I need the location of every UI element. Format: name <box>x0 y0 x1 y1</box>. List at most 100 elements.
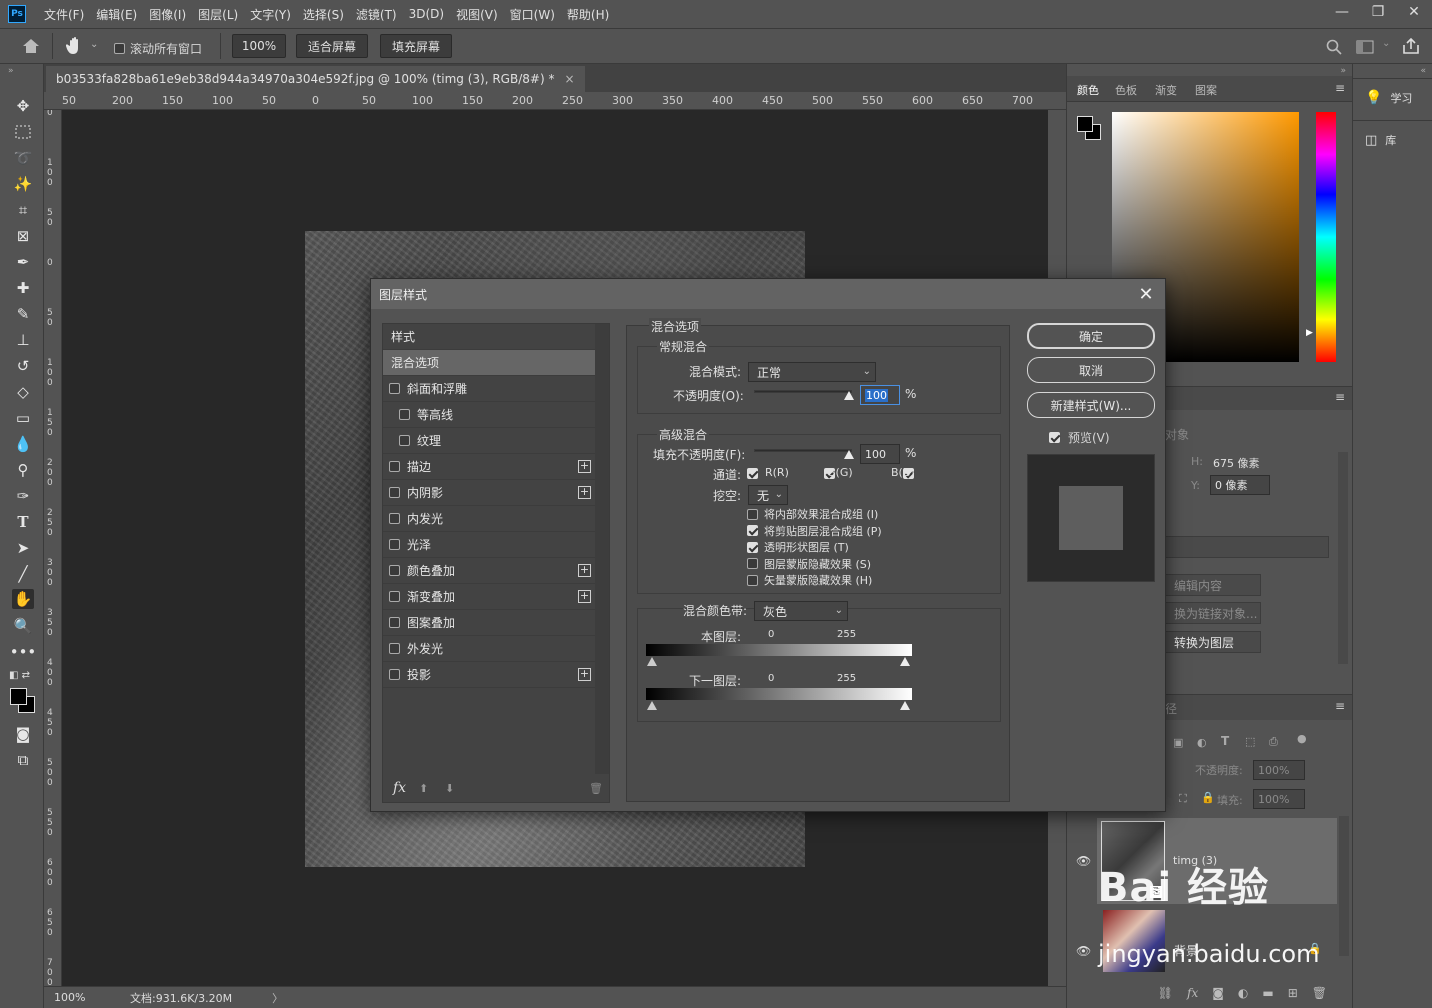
filter-type-icon[interactable]: T <box>1221 734 1229 748</box>
delete-effect-icon[interactable]: 🗑 <box>589 782 603 795</box>
fx-icon[interactable]: fx <box>1187 986 1198 1000</box>
effect-item[interactable]: 内阴影 + <box>383 480 595 506</box>
under-layer-black-thumb[interactable] <box>647 701 657 710</box>
filter-adjust-icon[interactable]: ◐ <box>1197 736 1207 749</box>
fill-opacity-input[interactable]: 100 <box>860 444 900 464</box>
frame-tool-icon[interactable]: ⊠ <box>12 226 34 246</box>
more-tools-icon[interactable]: ••• <box>10 642 37 662</box>
effect-checkbox[interactable] <box>389 487 400 498</box>
fill-opacity-slider-thumb[interactable] <box>844 450 854 459</box>
styles-scrollbar[interactable] <box>595 324 609 774</box>
eyedropper-icon[interactable]: ✒ <box>12 252 34 272</box>
effect-item[interactable]: 斜面和浮雕 <box>383 376 595 402</box>
filter-shape-icon[interactable]: ⬚ <box>1245 735 1255 748</box>
effect-checkbox[interactable] <box>389 383 400 394</box>
learn-panel-button[interactable]: 💡 学习 <box>1365 90 1412 106</box>
close-window-button[interactable]: ✕ <box>1396 0 1432 24</box>
layer-fill-input[interactable]: 100% <box>1253 789 1305 809</box>
styles-header[interactable]: 样式 <box>383 324 595 350</box>
move-tool-icon[interactable]: ✥ <box>12 96 34 116</box>
visibility-eye-icon[interactable]: 👁 <box>1076 854 1091 868</box>
eraser-icon[interactable]: ◇ <box>12 382 34 402</box>
fit-screen-button[interactable]: 适合屏幕 <box>296 34 368 58</box>
status-zoom[interactable]: 100% <box>54 991 110 1004</box>
minimize-button[interactable]: — <box>1324 0 1360 24</box>
properties-scrollbar[interactable] <box>1338 452 1348 664</box>
clone-stamp-icon[interactable]: ⊥ <box>12 330 34 350</box>
effect-item[interactable]: 内发光 <box>383 506 595 532</box>
status-arrow-icon[interactable]: 〉 <box>272 990 283 1006</box>
hue-marker-icon[interactable]: ▶ <box>1306 328 1313 338</box>
hand-tool-icon[interactable] <box>66 36 84 56</box>
healing-brush-icon[interactable]: ✚ <box>12 278 34 298</box>
cancel-button[interactable]: 取消 <box>1027 357 1155 383</box>
this-layer-white-thumb[interactable] <box>900 657 910 666</box>
menu-select[interactable]: 选择(S) <box>297 6 350 23</box>
scroll-all-windows-checkbox[interactable]: 滚动所有窗口 <box>114 40 202 57</box>
panel-menu-icon[interactable]: ≡ <box>1335 81 1345 95</box>
advanced-option-checkbox[interactable]: 透明形状图层 (T) <box>747 539 849 555</box>
this-layer-gradient[interactable] <box>646 644 912 656</box>
chevron-down-icon[interactable]: ⌄ <box>1382 38 1390 49</box>
layers-scrollbar[interactable] <box>1339 816 1349 956</box>
tab-color[interactable]: 颜色 <box>1077 82 1099 98</box>
link-layers-icon[interactable]: ⛓ <box>1158 986 1173 1000</box>
collapse-icon[interactable]: » <box>8 66 14 76</box>
dialog-title-bar[interactable]: 图层样式 <box>371 279 1165 309</box>
dialog-close-icon[interactable]: ✕ <box>1135 283 1157 305</box>
lock-all-icon[interactable]: 🔒 <box>1201 791 1215 804</box>
effect-item[interactable]: 图案叠加 <box>383 610 595 636</box>
visibility-eye-icon[interactable]: 👁 <box>1076 944 1091 958</box>
effect-item[interactable]: 纹理 <box>383 428 595 454</box>
add-effect-icon[interactable]: + <box>578 486 591 499</box>
effect-checkbox[interactable] <box>389 513 400 524</box>
add-effect-icon[interactable]: + <box>578 590 591 603</box>
blend-mode-select[interactable]: 正常 ⌄ <box>748 362 876 382</box>
search-icon[interactable] <box>1326 39 1342 55</box>
panel-menu-icon[interactable]: ≡ <box>1335 699 1345 713</box>
opacity-slider-thumb[interactable] <box>844 391 854 400</box>
type-tool-icon[interactable]: T <box>12 512 34 532</box>
under-layer-white-thumb[interactable] <box>900 701 910 710</box>
move-up-icon[interactable]: ⬆ <box>419 782 428 795</box>
libraries-panel-button[interactable]: ◫ 库 <box>1365 132 1396 148</box>
add-effect-icon[interactable]: + <box>578 668 591 681</box>
hand-tool-active-icon[interactable]: ✋ <box>12 589 34 609</box>
magic-wand-icon[interactable]: ✨ <box>12 174 34 194</box>
effect-checkbox[interactable] <box>389 539 400 550</box>
menu-file[interactable]: 文件(F) <box>38 6 90 23</box>
new-layer-icon[interactable]: ⊞ <box>1288 986 1298 1000</box>
menu-type[interactable]: 文字(Y) <box>244 6 297 23</box>
new-group-icon[interactable]: ▬ <box>1262 986 1273 1000</box>
filter-toggle-icon[interactable]: ● <box>1297 732 1307 745</box>
marquee-tool-icon[interactable] <box>12 122 34 142</box>
collapse-icon[interactable]: « <box>1420 66 1426 76</box>
lock-artboard-icon[interactable]: ⛶ <box>1179 792 1187 806</box>
effect-checkbox[interactable] <box>399 435 410 446</box>
fill-opacity-slider[interactable] <box>754 449 852 452</box>
menu-3d[interactable]: 3D(D) <box>403 7 450 21</box>
add-effect-icon[interactable]: + <box>578 460 591 473</box>
layer-opacity-input[interactable]: 100% <box>1253 760 1305 780</box>
menu-view[interactable]: 视图(V) <box>450 6 504 23</box>
color-panel-foreground-swatch[interactable] <box>1077 116 1093 132</box>
convert-linked-button[interactable]: 换为链接对象... <box>1165 602 1261 624</box>
advanced-option-checkbox[interactable]: 图层蒙版隐藏效果 (S) <box>747 556 871 572</box>
properties-dropdown[interactable] <box>1165 536 1329 558</box>
share-icon[interactable] <box>1402 37 1420 55</box>
this-layer-black-thumb[interactable] <box>647 657 657 666</box>
tab-patterns[interactable]: 图案 <box>1195 82 1217 98</box>
effect-item[interactable]: 投影 + <box>383 662 595 688</box>
effect-checkbox[interactable] <box>389 565 400 576</box>
screen-mode-icon[interactable]: ⧉ <box>12 750 34 770</box>
effect-checkbox[interactable] <box>389 461 400 472</box>
add-mask-icon[interactable]: ◙ <box>1212 986 1224 1000</box>
line-tool-icon[interactable]: ╱ <box>12 564 34 584</box>
zoom-tool-icon[interactable]: 🔍 <box>12 616 34 636</box>
preview-checkbox[interactable]: 预览(V) <box>1049 429 1110 446</box>
knockout-select[interactable]: 无 ⌄ <box>748 485 788 505</box>
effect-checkbox[interactable] <box>399 409 410 420</box>
channel-r-checkbox[interactable] <box>747 468 758 479</box>
tab-swatches[interactable]: 色板 <box>1115 82 1137 98</box>
ok-button[interactable]: 确定 <box>1027 323 1155 349</box>
